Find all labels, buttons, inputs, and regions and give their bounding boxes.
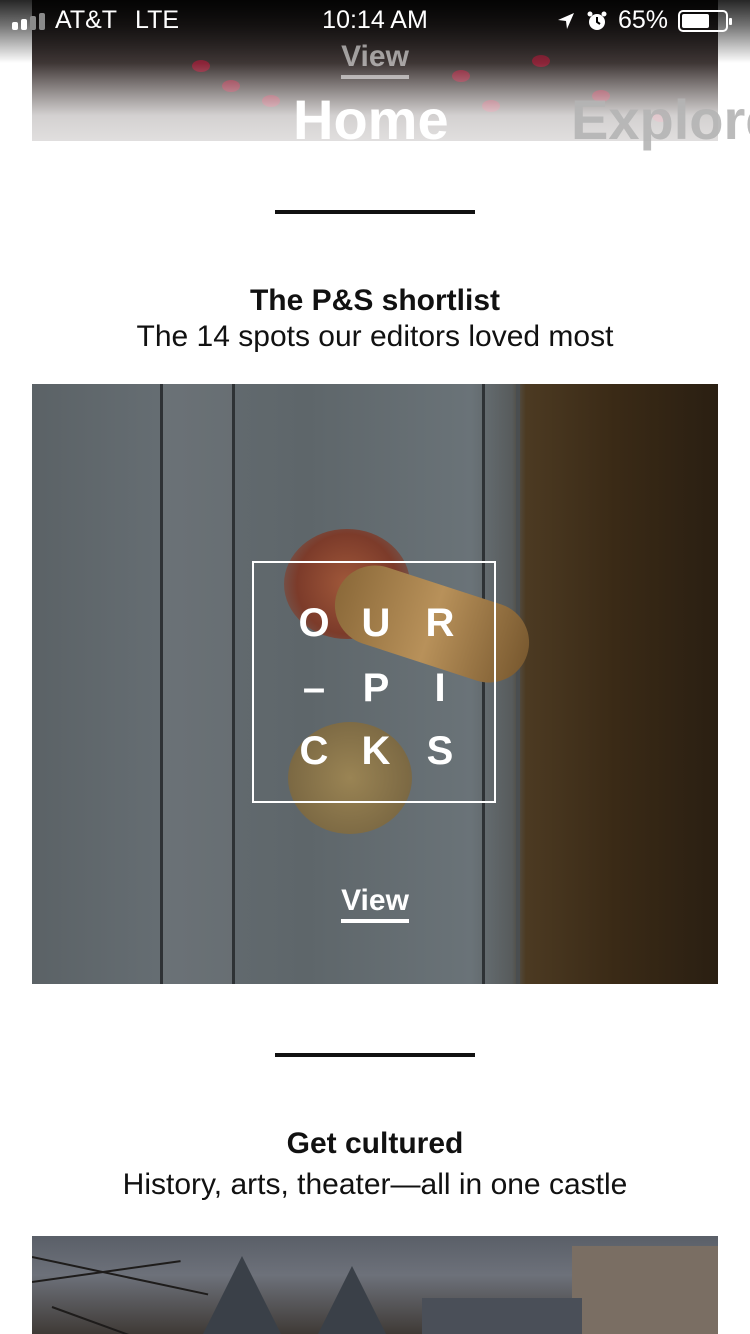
logo-letter: R (425, 601, 455, 645)
logo-letter: C (299, 729, 329, 773)
section-divider (275, 210, 475, 214)
logo-letter: P (362, 666, 390, 710)
status-bar: AT&T LTE 10:14 AM 65% (0, 0, 750, 40)
logo-letter: O (298, 601, 330, 645)
tree-branch (32, 1256, 209, 1296)
our-picks-frame: O U R – P I C K S (252, 561, 496, 803)
our-picks-logo: O U R – P I C K S (254, 563, 498, 805)
status-bar-right: 65% (556, 6, 732, 35)
logo-letter: I (434, 666, 446, 710)
logo-letter: U (361, 601, 391, 645)
tab-bar: Home Explore (0, 90, 750, 150)
tree-branch (51, 1306, 166, 1334)
our-picks-card[interactable]: O U R – P I C K S View (32, 384, 718, 984)
alarm-icon (587, 11, 607, 30)
section-divider (275, 1053, 475, 1057)
our-picks-view-link[interactable]: View (32, 884, 718, 923)
tab-explore[interactable]: Explore (571, 90, 750, 150)
section-title: Get cultured (286, 1127, 464, 1160)
logo-letter: S (426, 729, 454, 773)
castle-card-image[interactable] (32, 1236, 718, 1334)
top-card-view-link[interactable]: View (0, 40, 750, 79)
battery-icon (678, 9, 732, 32)
castle-wall (572, 1246, 718, 1334)
section-title: The P&S shortlist (249, 284, 501, 317)
location-arrow-icon (557, 12, 574, 29)
logo-letter: – (302, 666, 326, 710)
battery-percent: 65% (617, 6, 668, 34)
castle-roofline (422, 1298, 582, 1334)
castle-roof (202, 1256, 282, 1334)
castle-roof (312, 1266, 392, 1334)
tree-branch (32, 1260, 181, 1283)
logo-letter: K (361, 729, 391, 773)
section-subtitle: History, arts, theater—all in one castle (122, 1168, 628, 1201)
tab-home[interactable]: Home (293, 90, 449, 150)
section-subtitle: The 14 spots our editors loved most (136, 320, 614, 353)
